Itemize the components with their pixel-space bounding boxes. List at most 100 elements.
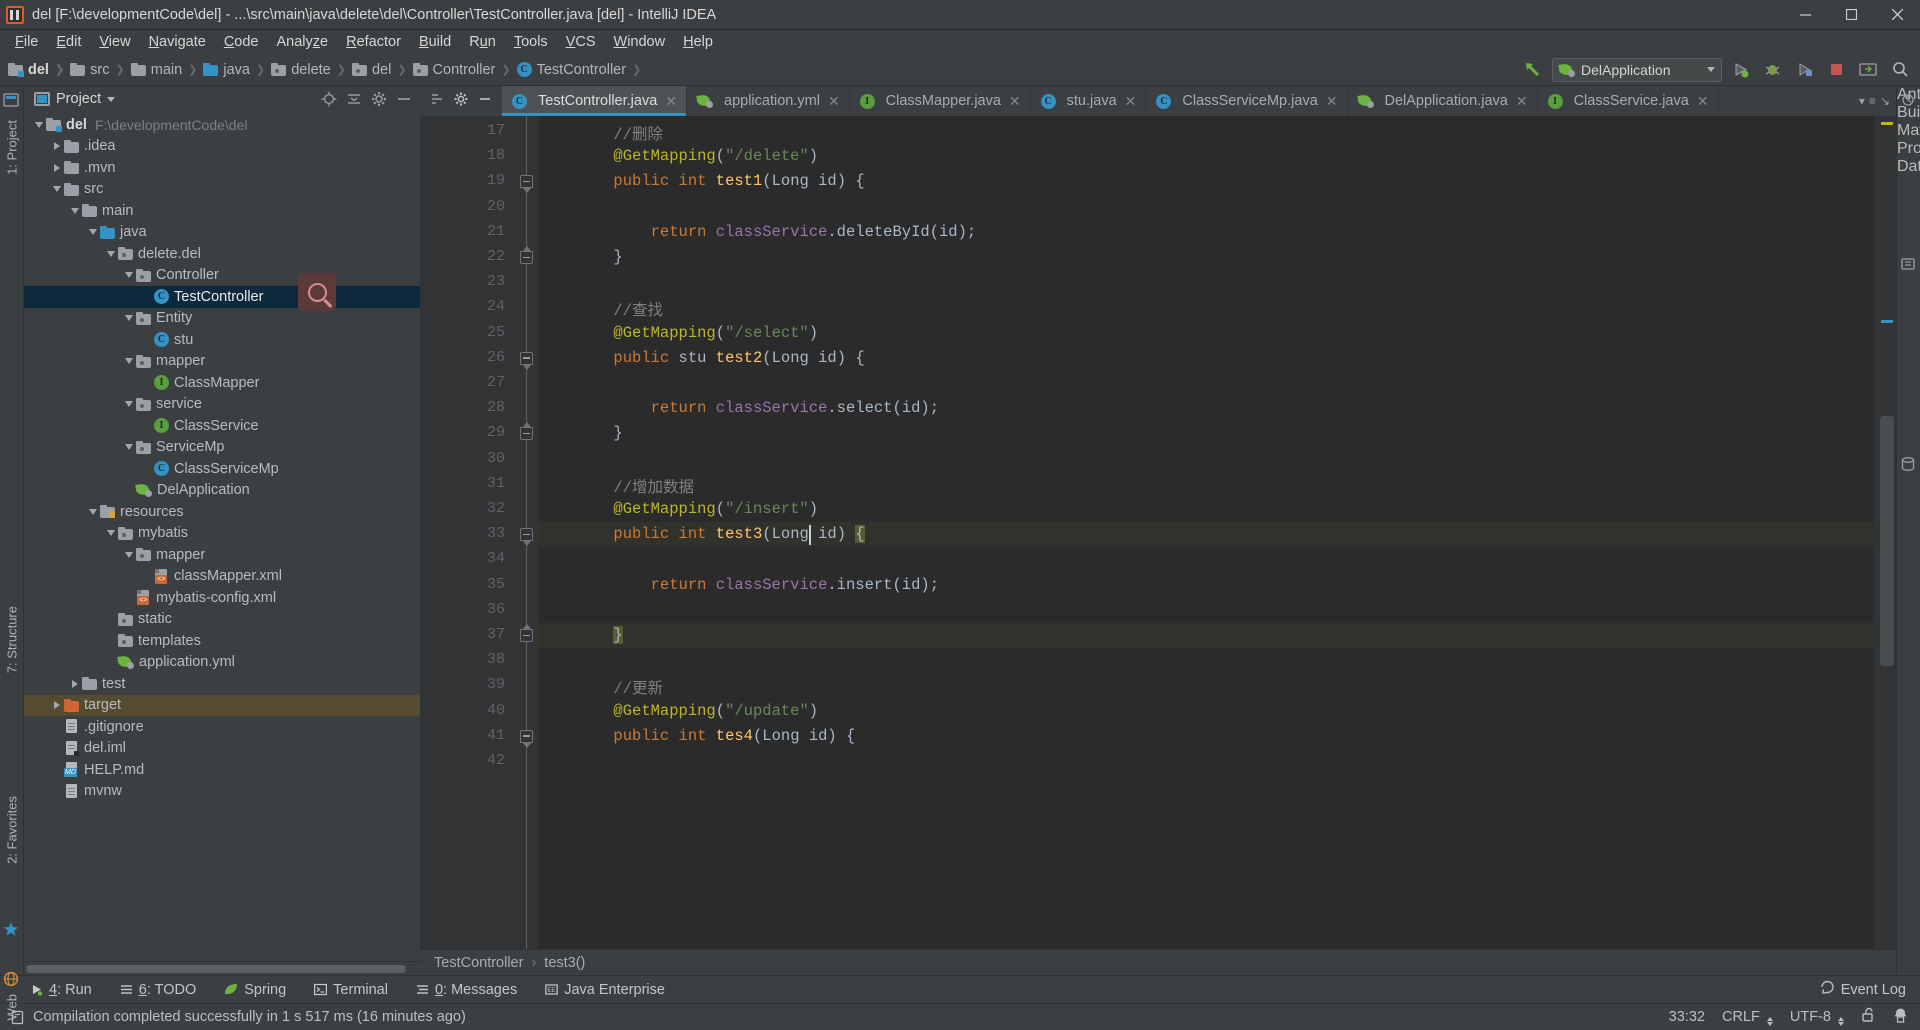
tree-node-servicemp[interactable]: ServiceMp bbox=[24, 437, 420, 459]
tree-node-java[interactable]: java bbox=[24, 222, 420, 244]
twisty-expanded-icon[interactable] bbox=[122, 544, 136, 566]
close-icon[interactable]: ✕ bbox=[1697, 93, 1709, 110]
tree-node-application-yml[interactable]: application.yml bbox=[24, 652, 420, 674]
twisty-expanded-icon[interactable] bbox=[104, 523, 118, 545]
twisty-expanded-icon[interactable] bbox=[86, 501, 100, 523]
tool-window-terminal[interactable]: Terminal bbox=[310, 980, 392, 1000]
menu-item-build[interactable]: Build bbox=[410, 32, 460, 52]
tree-node-service[interactable]: service bbox=[24, 394, 420, 416]
menu-item-file[interactable]: File bbox=[6, 32, 47, 52]
fold-end-icon[interactable] bbox=[520, 246, 533, 264]
collapse-all-icon[interactable] bbox=[346, 91, 362, 107]
code-text-area[interactable]: //删除 @GetMapping("/delete") public int t… bbox=[539, 116, 1874, 949]
menu-item-navigate[interactable]: Navigate bbox=[140, 32, 215, 52]
breadcrumb-item-java[interactable]: java ❯ bbox=[199, 58, 267, 82]
tree-node-delete-del[interactable]: delete.del bbox=[24, 243, 420, 265]
breadcrumb-item-src[interactable]: src ❯ bbox=[66, 58, 127, 82]
tree-node-classmapper-xml[interactable]: <> classMapper.xml bbox=[24, 566, 420, 588]
arrow-up-left-icon[interactable] bbox=[1520, 57, 1548, 83]
twisty-expanded-icon[interactable] bbox=[122, 351, 136, 373]
menu-item-vcs[interactable]: VCS bbox=[557, 32, 605, 52]
fold-start-icon[interactable] bbox=[520, 729, 533, 748]
event-log-label[interactable]: Event Log bbox=[1841, 982, 1906, 998]
tree-node-stu[interactable]: Cstu bbox=[24, 329, 420, 351]
breadcrumb-item-testcontroller[interactable]: C TestController ❯ bbox=[513, 58, 644, 82]
sidebar-item-structure[interactable]: 7: Structure bbox=[4, 606, 19, 673]
run-with-coverage-icon[interactable] bbox=[1790, 57, 1818, 83]
tree-node-entity[interactable]: Entity bbox=[24, 308, 420, 330]
tree-node-mapper[interactable]: mapper bbox=[24, 351, 420, 373]
tree-node-del[interactable]: del F:\developmentCode\del bbox=[24, 114, 420, 136]
twisty-collapsed-icon[interactable] bbox=[50, 695, 64, 717]
editor-tab-stu-java[interactable]: Cstu.java ✕ bbox=[1031, 86, 1147, 116]
editor-fold-gutter[interactable] bbox=[515, 116, 539, 949]
settings-gear-icon[interactable] bbox=[454, 92, 468, 111]
tree-node-help-md[interactable]: MD HELP.md bbox=[24, 759, 420, 781]
project-horizontal-scrollbar[interactable] bbox=[24, 961, 420, 975]
line-separator-selector[interactable]: CRLF bbox=[1722, 1009, 1773, 1026]
tree-node-testcontroller[interactable]: C TestController bbox=[24, 286, 420, 308]
tree-node-test[interactable]: test bbox=[24, 673, 420, 695]
menu-item-help[interactable]: Help bbox=[674, 32, 722, 52]
tree-node-del-iml[interactable]: del.iml bbox=[24, 738, 420, 760]
menu-item-tools[interactable]: Tools bbox=[505, 32, 557, 52]
sidebar-item-favorites[interactable]: 2: Favorites bbox=[4, 796, 19, 864]
tool-window-messages[interactable]: 0: Messages bbox=[412, 980, 521, 1000]
project-tree[interactable]: del F:\developmentCode\del .idea .mvn src mai… bbox=[24, 112, 420, 961]
encoding-selector[interactable]: UTF-8 bbox=[1790, 1009, 1844, 1026]
tree-node-main[interactable]: main bbox=[24, 200, 420, 222]
target-icon[interactable] bbox=[321, 91, 337, 107]
event-log-area[interactable]: Event Log bbox=[1820, 980, 1920, 999]
editor-tab-application-yml[interactable]: application.yml ✕ bbox=[687, 86, 850, 116]
sort-tabs-icon[interactable] bbox=[430, 92, 444, 111]
twisty-expanded-icon[interactable] bbox=[122, 437, 136, 459]
twisty-expanded-icon[interactable] bbox=[104, 243, 118, 265]
debug-button-icon[interactable] bbox=[1758, 57, 1786, 83]
sidebar-item-web[interactable]: Web bbox=[4, 994, 19, 1021]
tree-node-delapplication[interactable]: DelApplication bbox=[24, 480, 420, 502]
menu-item-code[interactable]: Code bbox=[215, 32, 268, 52]
breadcrumb-item-del[interactable]: del ❯ bbox=[4, 58, 66, 82]
breadcrumb-item-controller[interactable]: Controller ❯ bbox=[409, 58, 513, 82]
fold-start-icon[interactable] bbox=[520, 175, 533, 194]
editor-tab-classservicemp-java[interactable]: C ClassServiceMp.java ✕ bbox=[1146, 86, 1348, 116]
maximize-button[interactable] bbox=[1828, 0, 1874, 30]
editor-tab-classservice-java[interactable]: I ClassService.java ✕ bbox=[1538, 86, 1719, 116]
twisty-expanded-icon[interactable] bbox=[122, 394, 136, 416]
tree-node-mybatis[interactable]: mybatis bbox=[24, 523, 420, 545]
editor-scrollbar-thumb[interactable] bbox=[1880, 416, 1894, 666]
unlocked-icon[interactable] bbox=[1861, 1007, 1876, 1027]
tool-window-todo[interactable]: 6: TODO bbox=[116, 980, 201, 1000]
tree-node-mapper[interactable]: mapper bbox=[24, 544, 420, 566]
fold-start-icon[interactable] bbox=[520, 351, 533, 370]
breadcrumb-item-main[interactable]: main ❯ bbox=[127, 58, 200, 82]
editor-tab-classmapper-java[interactable]: I ClassMapper.java ✕ bbox=[850, 86, 1031, 116]
run-button-icon[interactable] bbox=[1726, 57, 1754, 83]
tree-node-resources[interactable]: resources bbox=[24, 501, 420, 523]
close-icon[interactable]: ✕ bbox=[1009, 93, 1021, 110]
fold-start-icon[interactable] bbox=[520, 528, 533, 547]
tree-node-src[interactable]: src bbox=[24, 179, 420, 201]
close-icon[interactable]: ✕ bbox=[1125, 93, 1137, 110]
hector-inspector-icon[interactable] bbox=[1893, 1007, 1908, 1027]
twisty-expanded-icon[interactable] bbox=[50, 179, 64, 201]
menu-item-view[interactable]: View bbox=[90, 32, 139, 52]
menu-item-analyze[interactable]: Analyze bbox=[268, 32, 338, 52]
close-icon[interactable]: ✕ bbox=[1516, 93, 1528, 110]
editor-structure-breadcrumb[interactable]: TestController › test3() bbox=[420, 949, 1896, 975]
stop-button-icon[interactable] bbox=[1822, 57, 1850, 83]
tool-window-spring[interactable]: Spring bbox=[220, 980, 290, 1000]
fold-end-icon[interactable] bbox=[520, 422, 533, 441]
update-app-icon[interactable] bbox=[1854, 57, 1882, 83]
twisty-expanded-icon[interactable] bbox=[122, 308, 136, 330]
breadcrumb-class[interactable]: TestController bbox=[434, 955, 523, 971]
tool-window-javaenterprise[interactable]: EE Java Enterprise bbox=[541, 980, 669, 1000]
tree-node--mvn[interactable]: .mvn bbox=[24, 157, 420, 179]
menu-item-window[interactable]: Window bbox=[605, 32, 675, 52]
twisty-expanded-icon[interactable] bbox=[32, 114, 46, 136]
sidebar-item-project[interactable]: 1: Project bbox=[4, 120, 19, 175]
hide-panel-icon[interactable] bbox=[396, 91, 412, 107]
minimize-button[interactable] bbox=[1782, 0, 1828, 30]
editor-marker-bar[interactable] bbox=[1874, 116, 1896, 949]
menu-item-refactor[interactable]: Refactor bbox=[337, 32, 410, 52]
